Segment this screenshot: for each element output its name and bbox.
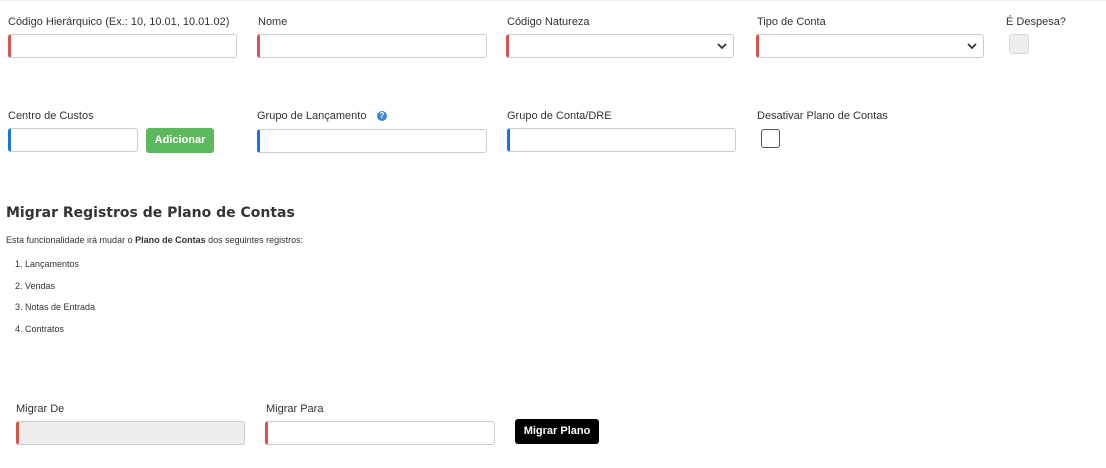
migrar-para-label: Migrar Para — [266, 403, 324, 415]
nome-label: Nome — [258, 16, 288, 28]
migrar-de-input[interactable] — [16, 421, 245, 445]
help-icon[interactable]: ? — [377, 111, 387, 121]
e-despesa-checkbox[interactable] — [1009, 34, 1029, 54]
desc-suffix: dos seguintes registros: — [205, 235, 304, 245]
desativar-checkbox[interactable] — [761, 129, 780, 148]
list-item: 3. Notas de Entrada — [15, 302, 96, 312]
centro-custos-input[interactable] — [8, 128, 138, 152]
tipo-conta-label: Tipo de Conta — [757, 16, 826, 28]
nome-input[interactable] — [257, 34, 487, 58]
adicionar-button[interactable]: Adicionar — [146, 128, 214, 153]
chevron-down-icon — [717, 43, 727, 50]
migrar-plano-button[interactable]: Migrar Plano — [515, 419, 599, 444]
codigo-natureza-label: Código Natureza — [507, 16, 590, 28]
grupo-conta-dre-label: Grupo de Conta/DRE — [507, 110, 612, 122]
tipo-conta-select[interactable] — [756, 34, 984, 58]
migrar-title: Migrar Registros de Plano de Contas — [6, 205, 295, 221]
desativar-label: Desativar Plano de Contas — [757, 110, 888, 122]
codigo-natureza-select[interactable] — [506, 34, 734, 58]
e-despesa-label: É Despesa? — [1006, 16, 1066, 28]
grupo-lancamento-input[interactable] — [257, 129, 487, 153]
desc-bold: Plano de Contas — [135, 235, 206, 245]
centro-custos-label: Centro de Custos — [8, 110, 94, 122]
grupo-conta-dre-input[interactable] — [507, 128, 736, 152]
list-item: 4. Contratos — [15, 324, 65, 334]
chevron-down-icon — [967, 43, 977, 50]
list-item: 1. Lançamentos — [15, 259, 80, 269]
codigo-hierarquico-input[interactable] — [8, 34, 237, 58]
desc-prefix: Esta funcionalidade irá mudar o — [6, 235, 136, 245]
migrar-de-label: Migrar De — [16, 403, 65, 415]
migrar-description: Esta funcionalidade irá mudar o Plano de… — [6, 235, 303, 245]
migrar-para-input[interactable] — [265, 421, 495, 445]
top-divider — [0, 0, 1106, 1]
grupo-lancamento-label: Grupo de Lançamento — [257, 110, 367, 122]
list-item: 2. Vendas — [15, 281, 56, 291]
codigo-hierarquico-label: Código Hierárquico (Ex.: 10, 10.01, 10.0… — [8, 16, 230, 28]
